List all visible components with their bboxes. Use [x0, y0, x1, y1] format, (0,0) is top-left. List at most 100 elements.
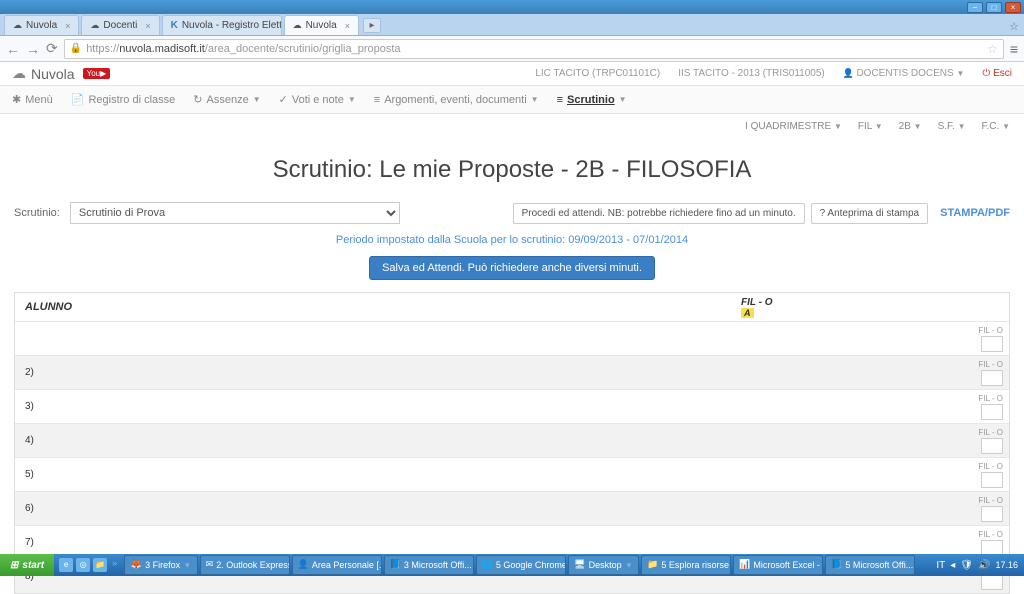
table-row: 2) FIL - O — [15, 355, 1009, 389]
windows-taskbar: ⊞ start e ◎ 📁 » 🦊3 Firefox ▾✉2. Outlook … — [0, 554, 1024, 576]
cloud-icon: ☁ — [293, 20, 302, 31]
bookmark-icon[interactable]: ☆ — [987, 42, 998, 56]
cell-grade: FIL - O — [735, 428, 1009, 454]
taskbar-item[interactable]: 📁5 Esplora risorse ▾ — [641, 555, 731, 575]
taskbar-item-icon: 👤 — [298, 559, 309, 571]
header-iis[interactable]: IIS TACITO - 2013 (TRIS011005) — [678, 68, 825, 79]
taskbar-item-icon: 🦊 — [130, 559, 142, 571]
cell-fil-label: FIL - O — [978, 394, 1003, 403]
ql-ie-icon[interactable]: e — [59, 558, 73, 572]
grade-input[interactable] — [981, 472, 1003, 488]
cell-alunno: 2) — [15, 367, 735, 378]
cell-grade: FIL - O — [735, 360, 1009, 386]
window-maximize[interactable]: □ — [986, 2, 1002, 13]
reload-button[interactable]: ⟳ — [46, 40, 58, 57]
youtube-badge[interactable]: You▶ — [83, 68, 111, 79]
save-button[interactable]: Salva ed Attendi. Può richiedere anche d… — [369, 256, 655, 280]
table-row: FIL - O — [15, 321, 1009, 355]
taskbar-separator: » — [110, 558, 119, 572]
grade-input[interactable] — [981, 506, 1003, 522]
taskbar-item[interactable]: 📊Microsoft Excel - ... ▾ — [733, 555, 823, 575]
tray-clock[interactable]: 17.16 — [995, 560, 1018, 570]
header-user[interactable]: DOCENTIS DOCENS ▼ — [843, 68, 965, 79]
cloud-icon: ☁ — [12, 65, 26, 82]
tray-icon[interactable]: 🛡 — [960, 560, 973, 571]
page-title: Scrutinio: Le mie Proposte - 2B - FILOSO… — [14, 156, 1010, 184]
browser-tab[interactable]: ☁Nuvola× — [4, 15, 79, 35]
taskbar-item[interactable]: 📘3 Microsoft Offi... ▾ — [384, 555, 474, 575]
ql-folder-icon[interactable]: 📁 — [93, 558, 107, 572]
taskbar-item[interactable]: 🌐5 Google Chrome ▾ — [476, 555, 566, 575]
grade-input[interactable] — [981, 438, 1003, 454]
header-lic[interactable]: LIC TACITO (TRPC01101C) — [535, 68, 660, 79]
tab-close-icon[interactable]: × — [345, 21, 350, 31]
nav-bar: ✱ Menù 📄 Registro di classe ↻ Assenze ▼ … — [0, 86, 1024, 114]
taskbar-item-label: Area Personale [... — [312, 560, 382, 570]
scrutinio-select[interactable]: Scrutinio di Prova — [70, 202, 400, 224]
browser-tab[interactable]: KNuvola - Registro Elettronico× — [162, 15, 282, 35]
tray-icon[interactable]: ◂ — [950, 560, 955, 571]
address-input[interactable]: 🔒 https://nuvola.madisoft.it/area_docent… — [64, 39, 1004, 59]
taskbar-item[interactable]: ✉2. Outlook Express ▾ — [200, 555, 290, 575]
nav-voti[interactable]: ✓ Voti e note ▼ — [279, 93, 356, 106]
url-bar: ← → ⟳ 🔒 https://nuvola.madisoft.it/area_… — [0, 36, 1024, 62]
ql-chrome-icon[interactable]: ◎ — [76, 558, 90, 572]
forward-button[interactable]: → — [26, 41, 40, 57]
tray-icon[interactable]: 🔊 — [978, 560, 990, 571]
filter-fc[interactable]: F.C. ▼ — [982, 121, 1010, 132]
start-button[interactable]: ⊞ start — [0, 554, 54, 576]
anteprima-button[interactable]: ? Anteprima di stampa — [811, 203, 929, 224]
taskbar-item-label: 5 Esplora risorse — [661, 560, 729, 570]
chrome-menu-icon[interactable]: ≡ — [1010, 41, 1018, 57]
tray-lang[interactable]: IT — [936, 560, 945, 571]
nav-assenze[interactable]: ↻ Assenze ▼ — [193, 93, 260, 106]
system-tray: IT ◂ 🛡 🔊 17.16 — [930, 560, 1024, 571]
cell-grade: FIL - O — [735, 394, 1009, 420]
browser-tab-active[interactable]: ☁Nuvola× — [284, 15, 359, 35]
nav-argomenti[interactable]: ≡ Argomenti, eventi, documenti ▼ — [374, 94, 539, 106]
taskbar-item[interactable]: 🦊3 Firefox ▾ — [124, 555, 198, 575]
tab-close-icon[interactable]: × — [145, 21, 150, 31]
window-titlebar: − □ × — [0, 0, 1024, 14]
back-button[interactable]: ← — [6, 41, 20, 57]
window-minimize[interactable]: − — [967, 2, 983, 13]
logout-link[interactable]: Esci — [982, 68, 1012, 79]
nav-scrutinio[interactable]: ≡ Scrutinio ▼ — [557, 94, 627, 106]
url-scheme: https:// — [86, 43, 119, 55]
controls-row: Scrutinio: Scrutinio di Prova Procedi ed… — [14, 202, 1010, 224]
chevron-down-icon: ▼ — [619, 95, 627, 104]
chevron-down-icon: ▼ — [834, 122, 842, 131]
star-icon[interactable]: ☆ — [1009, 20, 1019, 33]
grade-input[interactable] — [981, 370, 1003, 386]
taskbar-item[interactable]: 🖥Desktop ▾ — [568, 555, 640, 575]
taskbar-item[interactable]: 📘5 Microsoft Offi... ▾ — [825, 555, 915, 575]
filter-class[interactable]: 2B ▼ — [899, 121, 922, 132]
chevron-down-icon: ▼ — [348, 95, 356, 104]
chevron-icon: ▾ — [183, 560, 192, 571]
nav-registro[interactable]: 📄 Registro di classe — [71, 93, 176, 106]
chevron-down-icon: ▼ — [875, 122, 883, 131]
grade-input[interactable] — [981, 336, 1003, 352]
taskbar-item[interactable]: 👤Area Personale [... ▾ — [292, 555, 382, 575]
cloud-icon: ☁ — [13, 20, 22, 31]
url-path: /area_docente/scrutinio/griglia_proposta — [205, 43, 401, 55]
tab-close-icon[interactable]: × — [65, 21, 70, 31]
period-text: Periodo impostato dalla Scuola per lo sc… — [14, 234, 1010, 246]
brand[interactable]: ☁ Nuvola — [12, 65, 75, 82]
cell-fil-label: FIL - O — [978, 360, 1003, 369]
cell-fil-label: FIL - O — [978, 496, 1003, 505]
stampa-link[interactable]: STAMPA/PDF — [940, 207, 1010, 219]
table-row: 6)FIL - O — [15, 491, 1009, 525]
tab-label: Nuvola - Registro Elettronico — [182, 20, 282, 31]
grade-input[interactable] — [981, 404, 1003, 420]
lock-icon: 🔒 — [70, 43, 82, 54]
filter-quad[interactable]: I QUADRIMESTRE ▼ — [745, 121, 842, 132]
procedi-button[interactable]: Procedi ed attendi. NB: potrebbe richied… — [513, 203, 805, 224]
browser-tab[interactable]: ☁Docenti× — [81, 15, 159, 35]
window-close[interactable]: × — [1005, 2, 1021, 13]
new-tab-button[interactable]: ▸ — [363, 18, 381, 33]
filter-fil[interactable]: FIL ▼ — [858, 121, 883, 132]
nav-menu[interactable]: ✱ Menù — [12, 93, 53, 106]
filter-sf[interactable]: S.F. ▼ — [938, 121, 966, 132]
cell-grade: FIL - O — [735, 326, 1009, 352]
